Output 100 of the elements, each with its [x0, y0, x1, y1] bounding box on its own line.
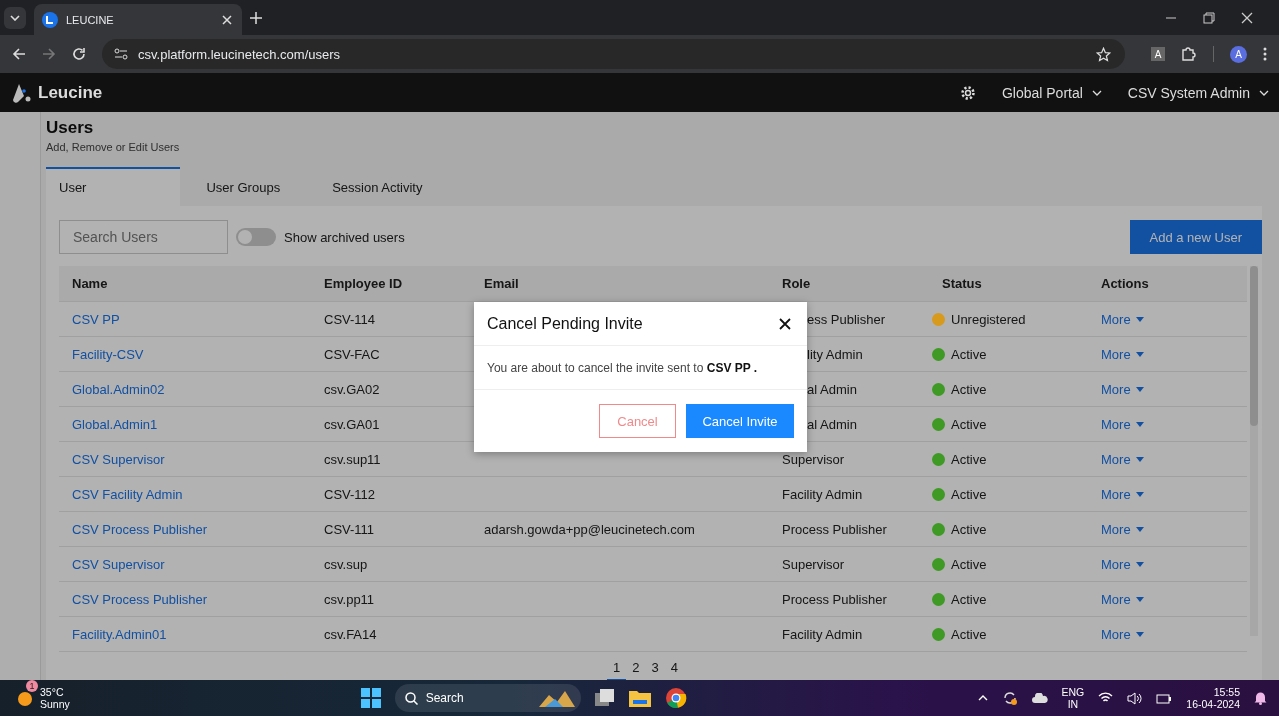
- column-header: Name: [71, 276, 109, 291]
- battery-icon[interactable]: [1156, 692, 1173, 704]
- browser-tab[interactable]: LEUCINE: [34, 4, 242, 35]
- user-name-link[interactable]: CSV PP: [72, 311, 120, 327]
- chrome-icon[interactable]: [664, 687, 687, 709]
- restore-icon[interactable]: [1203, 11, 1215, 24]
- temperature: 35°C: [40, 686, 64, 698]
- tab[interactable]: Session Activity: [306, 167, 449, 206]
- user-name-link[interactable]: Global.Admin1: [72, 416, 158, 432]
- cloud-icon[interactable]: [1031, 693, 1048, 703]
- taskbar-search[interactable]: Search: [394, 684, 581, 712]
- more-dropdown[interactable]: More: [1101, 556, 1144, 572]
- more-dropdown[interactable]: More: [1101, 311, 1144, 327]
- employee-id: csv.GA02: [324, 381, 380, 397]
- employee-id: csv.pp11: [324, 591, 375, 607]
- add-user-button[interactable]: Add a new User: [1129, 220, 1262, 254]
- role: Process Publisher: [782, 521, 887, 537]
- page-link[interactable]: 2: [626, 658, 646, 680]
- caret-icon: [1135, 596, 1144, 602]
- tab[interactable]: User Groups: [180, 167, 307, 206]
- role: Supervisor: [782, 556, 845, 572]
- caret-icon: [1135, 491, 1144, 497]
- windows-start-icon[interactable]: [360, 688, 381, 708]
- speaker-icon[interactable]: [1127, 691, 1143, 705]
- employee-id: csv.sup: [324, 556, 368, 572]
- address-field[interactable]: csv.platform.leucinetech.com/users: [102, 39, 1125, 69]
- close-icon[interactable]: [779, 317, 791, 330]
- toggle-switch[interactable]: [236, 228, 276, 246]
- search-icon: [404, 691, 418, 705]
- page-subtitle: Add, Remove or Edit Users: [46, 141, 181, 153]
- more-dropdown[interactable]: More: [1101, 451, 1144, 467]
- column-header: Role: [781, 276, 812, 291]
- dialog-title: Cancel Pending Invite: [487, 314, 643, 333]
- task-view-icon[interactable]: [594, 689, 615, 707]
- status: Active: [951, 521, 987, 537]
- profile-button[interactable]: A: [1230, 45, 1247, 63]
- forward-icon[interactable]: [42, 47, 56, 61]
- user-name-link[interactable]: CSV Facility Admin: [72, 486, 183, 502]
- more-dropdown[interactable]: More: [1101, 486, 1144, 502]
- clock[interactable]: 15:55 16-04-2024: [1186, 686, 1240, 710]
- chevron-down-icon: [1259, 89, 1269, 96]
- chevron-down-icon: [10, 14, 20, 21]
- more-dropdown[interactable]: More: [1101, 521, 1144, 537]
- caret-icon: [1135, 561, 1144, 567]
- user-name-link[interactable]: Facility-CSV: [72, 346, 144, 362]
- settings-icon[interactable]: [959, 84, 976, 101]
- portal-dropdown[interactable]: Global Portal: [1001, 84, 1102, 101]
- puzzle-icon[interactable]: [1181, 46, 1197, 62]
- language-indicator[interactable]: ENG IN: [1061, 686, 1085, 710]
- app-logo-icon: [42, 11, 58, 28]
- extension-button[interactable]: A: [1151, 47, 1165, 61]
- more-dropdown[interactable]: More: [1101, 591, 1144, 607]
- cancel-button[interactable]: Cancel: [599, 404, 676, 438]
- status: Active: [951, 591, 987, 607]
- back-icon[interactable]: [12, 47, 26, 61]
- more-dropdown[interactable]: More: [1101, 346, 1144, 362]
- user-name-link[interactable]: CSV Process Publisher: [72, 591, 208, 607]
- star-icon[interactable]: [1096, 46, 1111, 62]
- role: Facility Admin: [782, 486, 863, 502]
- new-tab-icon[interactable]: [250, 11, 262, 24]
- reload-icon[interactable]: [72, 47, 86, 61]
- scrollbar[interactable]: [1250, 266, 1258, 636]
- employee-id: CSV-111: [324, 521, 375, 537]
- employee-id: CSV-112: [324, 486, 376, 502]
- user-name-link[interactable]: CSV Supervisor: [72, 451, 165, 467]
- bell-icon[interactable]: [1254, 691, 1267, 705]
- more-dropdown[interactable]: More: [1101, 626, 1144, 642]
- page-link[interactable]: 3: [645, 658, 665, 680]
- search-field[interactable]: Search Users: [59, 220, 228, 254]
- menu-icon[interactable]: [1263, 47, 1267, 61]
- cancel-invite-button[interactable]: Cancel Invite: [686, 404, 794, 438]
- role: Supervisor: [782, 451, 845, 467]
- caret-icon: [1135, 631, 1144, 637]
- chevron-up-icon[interactable]: [977, 695, 988, 701]
- logo-icon: [12, 82, 32, 103]
- role: Process Publisher: [782, 591, 887, 607]
- user-name-link[interactable]: CSV Process Publisher: [72, 521, 208, 537]
- site-settings-icon[interactable]: [114, 48, 128, 60]
- user-name-link[interactable]: Facility.Admin01: [72, 626, 167, 642]
- dialog-message: You are about to cancel the invite sent to CSV PP .: [487, 360, 758, 375]
- caret-icon: [1135, 526, 1144, 532]
- more-dropdown[interactable]: More: [1101, 381, 1144, 397]
- employee-id: CSV-FAC: [324, 346, 380, 362]
- status: Active: [951, 626, 987, 642]
- landscape-icon: [538, 689, 575, 707]
- folder-icon[interactable]: [628, 689, 651, 707]
- wifi-icon[interactable]: [1098, 692, 1114, 704]
- user-dropdown[interactable]: CSV System Admin: [1127, 84, 1269, 101]
- role: al Admin: [807, 381, 857, 397]
- status: Active: [951, 556, 987, 572]
- role: lity Admin: [807, 346, 863, 362]
- status: Active: [951, 451, 987, 467]
- tab[interactable]: User: [46, 167, 181, 206]
- tab-list-button[interactable]: [4, 6, 26, 29]
- more-dropdown[interactable]: More: [1101, 416, 1144, 432]
- user-name-link[interactable]: CSV Supervisor: [72, 556, 165, 572]
- status: Active: [951, 486, 987, 502]
- user-name-link[interactable]: Global.Admin02: [72, 381, 165, 397]
- sync-icon[interactable]: [1001, 690, 1018, 706]
- page-link[interactable]: 4: [664, 658, 684, 680]
